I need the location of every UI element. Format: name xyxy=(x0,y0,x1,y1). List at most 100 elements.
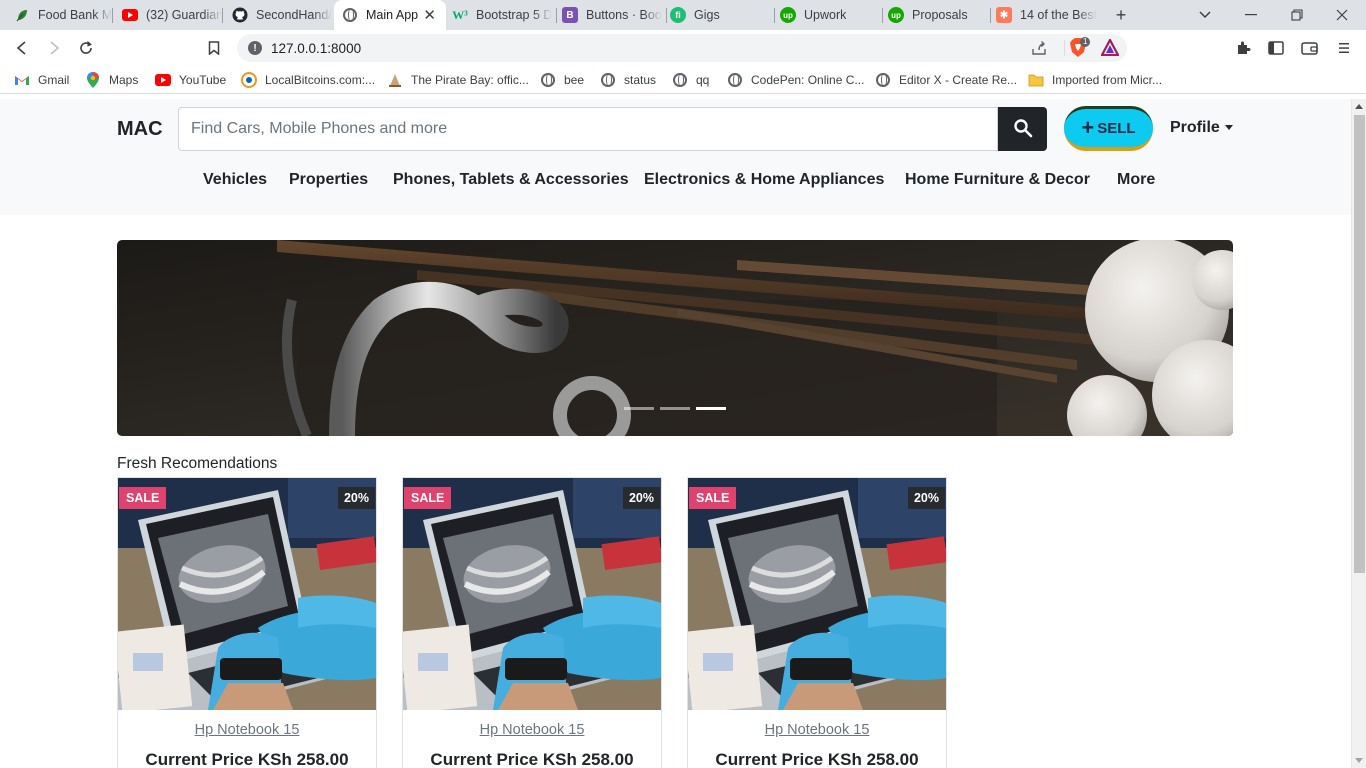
profile-dropdown[interactable]: Profile xyxy=(1170,119,1233,137)
tab-buttons-bootstrap[interactable]: B Buttons · Boo xyxy=(556,0,666,30)
close-window-icon[interactable] xyxy=(1330,3,1354,27)
product-image[interactable]: SALE 20% xyxy=(118,478,376,710)
localbitcoins-icon xyxy=(241,72,257,88)
nav-category-electronics[interactable]: Electronics & Home Appliances xyxy=(644,171,884,189)
product-image[interactable]: SALE 20% xyxy=(403,478,661,710)
upwork-icon: up xyxy=(780,7,796,23)
bookmark-page-icon[interactable] xyxy=(200,34,228,62)
product-name-link[interactable]: Hp Notebook 15 xyxy=(688,722,946,738)
product-image[interactable]: SALE 20% xyxy=(688,478,946,710)
nav-category-vehicles[interactable]: Vehicles xyxy=(203,171,267,189)
bookmarks-bar: Gmail Maps YouTube LocalBitcoins.com:...… xyxy=(0,66,1366,94)
site-info-icon[interactable]: ! xyxy=(248,41,262,55)
github-icon xyxy=(232,7,248,23)
search-button[interactable] xyxy=(998,107,1047,151)
tab-strip: Food Bank Ma (32) Guardian SecondHand/ M… xyxy=(0,0,1366,30)
product-card[interactable]: SALE 20% Hp Notebook 15 Current Price KS… xyxy=(402,477,662,768)
carousel-indicator-2[interactable] xyxy=(660,407,690,410)
page-viewport: MAC Find Cars, Mobile Phones and more + … xyxy=(0,99,1366,768)
carousel-indicator-1[interactable] xyxy=(624,407,654,410)
bookmark-qq[interactable]: qq xyxy=(672,71,709,89)
folder-icon xyxy=(1028,72,1044,88)
sell-button[interactable]: + SELL xyxy=(1064,106,1153,151)
nav-category-furniture[interactable]: Home Furniture & Decor xyxy=(905,171,1090,189)
minimize-window-icon[interactable] xyxy=(1239,3,1263,27)
bookmark-localbitcoins[interactable]: LocalBitcoins.com:... xyxy=(241,71,375,89)
youtube-icon xyxy=(122,7,138,23)
hero-carousel[interactable] xyxy=(117,240,1233,436)
site-navbar: MAC Find Cars, Mobile Phones and more + … xyxy=(0,99,1351,215)
product-card[interactable]: SALE 20% Hp Notebook 15 Current Price KS… xyxy=(687,477,947,768)
gmail-icon xyxy=(14,72,30,88)
bookmark-pirate-bay[interactable]: The Pirate Bay: offic... xyxy=(387,71,529,89)
scroll-up-icon[interactable] xyxy=(1355,104,1363,109)
carousel-indicator-3[interactable] xyxy=(696,407,726,410)
tab-proposals[interactable]: up Proposals xyxy=(882,0,990,30)
product-price: Current Price KSh 258.00 xyxy=(145,750,349,768)
profile-label: Profile xyxy=(1170,119,1220,136)
upwork-icon: up xyxy=(888,7,904,23)
restore-window-icon[interactable] xyxy=(1285,3,1309,27)
bookmark-status[interactable]: status xyxy=(600,71,656,89)
sidebar-icon[interactable] xyxy=(1262,34,1290,62)
search-icon xyxy=(1013,118,1033,141)
reload-icon[interactable] xyxy=(72,34,100,62)
globe-icon xyxy=(727,72,743,88)
new-tab-icon[interactable]: + xyxy=(1109,3,1133,27)
product-price: Current Price KSh 258.00 xyxy=(715,750,919,768)
page-scrollbar[interactable] xyxy=(1351,99,1366,768)
tab-secondhand-github[interactable]: SecondHand/ xyxy=(222,0,332,30)
search-input[interactable]: Find Cars, Mobile Phones and more xyxy=(178,107,998,151)
tab-upwork[interactable]: up Upwork xyxy=(774,0,882,30)
bookmark-youtube[interactable]: YouTube xyxy=(155,71,226,89)
nav-category-more[interactable]: More xyxy=(1117,171,1155,189)
leaf-icon xyxy=(14,7,30,23)
sale-badge: SALE xyxy=(689,487,737,509)
bookmark-folder-imported[interactable]: Imported from Micr... xyxy=(1028,71,1162,89)
sell-label: SELL xyxy=(1097,119,1136,137)
w3-icon: W³ xyxy=(452,7,468,22)
forward-icon[interactable] xyxy=(40,34,68,62)
sale-badge: SALE xyxy=(404,487,452,509)
tab-hubspot-article[interactable]: ✱ 14 of the Best xyxy=(990,0,1098,30)
discount-badge: 20% xyxy=(337,487,375,509)
nav-category-phones[interactable]: Phones, Tablets & Accessories xyxy=(393,171,629,189)
bookmark-editor-x[interactable]: Editor X - Create Re... xyxy=(875,71,1017,89)
product-card[interactable]: SALE 20% Hp Notebook 15 Current Price KS… xyxy=(117,477,377,768)
brave-shield-badge: 1 xyxy=(1080,37,1091,47)
browser-toolbar: ! 127.0.0.1:8000 1 xyxy=(0,30,1366,66)
nav-category-properties[interactable]: Properties xyxy=(289,171,368,189)
brave-rewards-icon[interactable] xyxy=(1100,37,1120,59)
close-tab-icon[interactable]: ✕ xyxy=(423,6,436,24)
pirate-bay-icon xyxy=(387,72,403,88)
youtube-icon xyxy=(155,72,171,88)
product-name-link[interactable]: Hp Notebook 15 xyxy=(403,722,661,738)
site-brand[interactable]: MAC xyxy=(117,118,163,141)
tab-guardian-youtube[interactable]: (32) Guardian xyxy=(112,0,222,30)
globe-icon xyxy=(672,72,688,88)
extensions-icon[interactable] xyxy=(1230,34,1258,62)
brave-shield-icon[interactable]: 1 xyxy=(1069,37,1091,61)
scrollbar-thumb[interactable] xyxy=(1354,115,1365,573)
tab-main-app[interactable]: Main App ✕ xyxy=(334,0,446,30)
tab-gigs[interactable]: fi Gigs xyxy=(666,0,774,30)
wallet-icon[interactable] xyxy=(1295,34,1323,62)
maps-icon xyxy=(85,72,101,88)
tab-bootstrap-docs[interactable]: W³ Bootstrap 5 D xyxy=(446,0,556,30)
bookmark-codepen[interactable]: CodePen: Online C... xyxy=(727,71,864,89)
bookmark-bee[interactable]: bee xyxy=(540,71,584,89)
section-title: Fresh Recomendations xyxy=(117,455,278,472)
product-name-link[interactable]: Hp Notebook 15 xyxy=(118,722,376,738)
menu-icon[interactable] xyxy=(1330,34,1358,62)
scroll-down-icon[interactable] xyxy=(1355,758,1363,763)
share-icon[interactable] xyxy=(1031,40,1047,59)
sale-badge: SALE xyxy=(119,487,167,509)
globe-icon xyxy=(600,72,616,88)
bookmark-maps[interactable]: Maps xyxy=(85,71,138,89)
globe-icon xyxy=(540,72,556,88)
address-bar[interactable]: ! 127.0.0.1:8000 1 xyxy=(237,34,1127,62)
back-icon[interactable] xyxy=(8,34,36,62)
bookmark-gmail[interactable]: Gmail xyxy=(14,71,69,89)
tab-food-bank[interactable]: Food Bank Ma xyxy=(0,0,112,30)
tab-search-chevron-icon[interactable] xyxy=(1193,3,1217,27)
